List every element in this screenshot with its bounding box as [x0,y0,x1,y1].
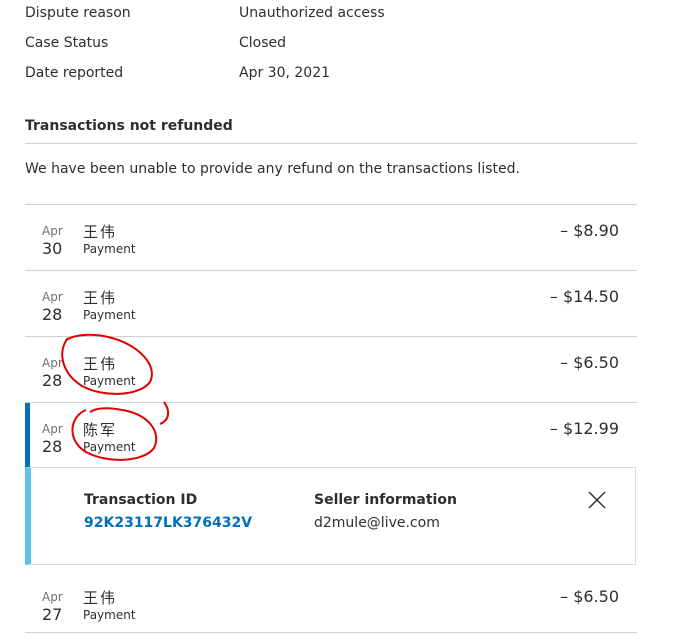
transaction-type: Payment [83,440,136,454]
date-reported-label: Date reported [25,65,124,81]
case-status-value: Closed [239,35,287,51]
transaction-merchant: 王伟 [83,589,118,607]
transaction-amount: – $6.50 [560,353,619,372]
divider [25,143,637,144]
transaction-row[interactable]: Apr 28 王伟 Payment – $6.50 [25,337,637,403]
transaction-type: Payment [83,242,136,256]
transaction-month: Apr [42,590,63,604]
seller-info-label: Seller information [314,492,457,508]
transaction-day: 30 [42,239,63,258]
close-icon[interactable] [584,487,610,513]
transaction-month: Apr [42,290,63,304]
transaction-id-link[interactable]: 92K23117LK376432V [84,515,252,531]
transaction-row[interactable]: Apr 27 王伟 Payment – $6.50 [25,571,637,637]
transaction-day: 28 [42,437,63,456]
transaction-row-selected[interactable]: Apr 28 陈军 Payment – $12.99 [25,403,637,469]
transaction-amount: – $12.99 [549,419,619,438]
divider [25,632,637,633]
transaction-type: Payment [83,374,136,388]
transaction-type: Payment [83,608,136,622]
transaction-merchant: 王伟 [83,289,118,307]
transaction-month: Apr [42,422,63,436]
selected-indicator [25,403,30,469]
section-description: We have been unable to provide any refun… [25,161,520,177]
transaction-row[interactable]: Apr 30 王伟 Payment – $8.90 [25,205,637,271]
transaction-row[interactable]: Apr 28 王伟 Payment – $14.50 [25,271,637,337]
transaction-month: Apr [42,224,63,238]
transaction-day: 27 [42,605,63,624]
seller-email: d2mule@live.com [314,515,440,531]
transaction-month: Apr [42,356,63,370]
date-reported-value: Apr 30, 2021 [239,65,331,81]
dispute-reason-value: Unauthorized access [239,5,385,21]
transaction-merchant: 陈军 [83,421,118,439]
transaction-type: Payment [83,308,136,322]
dispute-reason-label: Dispute reason [25,5,131,21]
transaction-amount: – $8.90 [560,221,619,240]
section-title: Transactions not refunded [25,118,233,134]
transaction-day: 28 [42,305,63,324]
transaction-merchant: 王伟 [83,223,118,241]
transaction-amount: – $6.50 [560,587,619,606]
transaction-merchant: 王伟 [83,355,118,373]
case-status-label: Case Status [25,35,109,51]
transaction-id-label: Transaction ID [84,492,198,508]
transaction-amount: – $14.50 [549,287,619,306]
transaction-detail-panel: Transaction ID 92K23117LK376432V Seller … [25,467,636,565]
transaction-day: 28 [42,371,63,390]
